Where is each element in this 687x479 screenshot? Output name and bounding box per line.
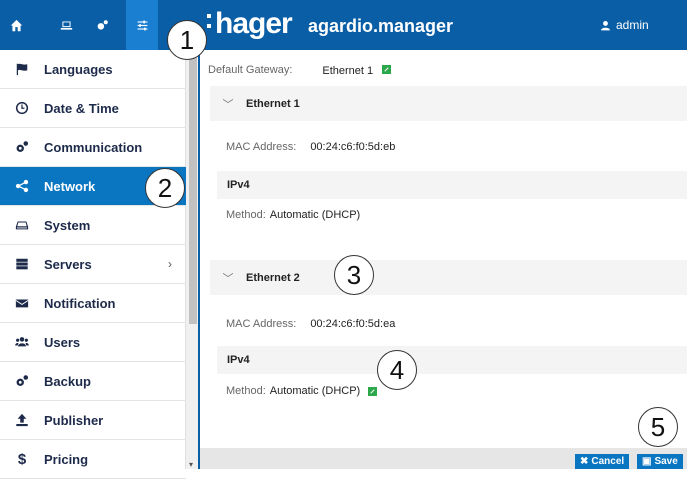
sidebar-item-date-time[interactable]: Date & Time [0, 89, 186, 128]
method-value: Automatic (DHCP) [269, 385, 361, 397]
server-icon [0, 257, 44, 271]
save-button[interactable]: ▣ Save [637, 454, 683, 469]
user-name: admin [616, 18, 649, 32]
method-label: Method: [226, 385, 266, 397]
edit-icon[interactable] [368, 386, 378, 396]
ipv4-label: IPv4 [227, 179, 250, 191]
scroll-down-icon[interactable]: ▾ [189, 460, 193, 469]
sidebar-item-label: Languages [44, 61, 113, 77]
ethernet-2-header[interactable]: ﹀ Ethernet 2 [210, 260, 687, 295]
method-label: Method: [226, 209, 266, 221]
ethernet-2-ipv4-header: IPv4 [217, 346, 687, 374]
top-bar: hager agardio.manager admin [0, 0, 687, 50]
clock-icon [0, 101, 44, 115]
default-gateway-label: Default Gateway: [208, 64, 293, 76]
ethernet-1-ipv4-header: IPv4 [217, 171, 687, 199]
gears-icon[interactable] [86, 0, 118, 50]
sidebar-item-users[interactable]: Users [0, 323, 186, 362]
brand-logo: hager [215, 7, 293, 40]
floppy-icon: ▣ [642, 456, 652, 467]
sidebar-item-label: System [44, 217, 91, 233]
network-settings-panel: Default Gateway: Ethernet 1 ﹀ Ethernet 1… [200, 50, 687, 469]
drive-icon [0, 218, 44, 232]
scrollbar-thumb[interactable] [189, 54, 197, 324]
sidebar-item-label: Servers [44, 256, 92, 272]
chevron-down-icon: ﹀ [222, 272, 234, 285]
sidebar-item-label: Communication [44, 139, 143, 155]
method-value: Automatic (DHCP) [269, 209, 361, 221]
laptop-icon[interactable] [50, 0, 82, 50]
sidebar: Languages Date & Time Communication Netw… [0, 50, 186, 479]
product-name: agardio.manager [308, 16, 454, 36]
mac-address-label: MAC Address: [226, 141, 297, 153]
envelope-icon [0, 296, 44, 310]
upload-icon [0, 413, 44, 427]
edit-icon[interactable] [381, 65, 391, 75]
users-icon [0, 335, 44, 349]
callout-2: 2 [145, 168, 185, 208]
ethernet-1-title: Ethernet 1 [246, 97, 300, 110]
chevron-down-icon: ﹀ [222, 98, 234, 111]
sidebar-item-label: Backup [44, 373, 91, 389]
default-gateway-row: Default Gateway: Ethernet 1 [208, 61, 391, 79]
chevron-right-icon: › [168, 257, 172, 271]
cancel-label: Cancel [591, 456, 625, 467]
callout-3: 3 [334, 255, 374, 295]
sidebar-item-pricing[interactable]: $ Pricing [0, 440, 186, 479]
sidebar-item-publisher[interactable]: Publisher [0, 401, 186, 440]
sidebar-item-label: Pricing [44, 451, 89, 467]
user-menu[interactable]: admin [600, 18, 649, 32]
mac-address-value: 00:24:c6:f0:5d:ea [310, 318, 396, 330]
sidebar-item-label: Users [44, 334, 81, 350]
flag-icon [0, 62, 44, 76]
dollar-icon: $ [17, 450, 27, 468]
ethernet-2-title: Ethernet 2 [246, 271, 300, 284]
logo-mark [207, 14, 212, 34]
default-gateway-value-group: Ethernet 1 [322, 61, 391, 79]
cancel-button[interactable]: ✖ Cancel [575, 454, 630, 469]
default-gateway-value: Ethernet 1 [322, 65, 374, 77]
save-label: Save [654, 456, 678, 467]
gears-icon [0, 374, 44, 388]
sidebar-item-label: Date & Time [44, 100, 119, 116]
sidebar-item-servers[interactable]: Servers › [0, 245, 186, 284]
share-icon [0, 179, 44, 193]
sidebar-scrollbar[interactable]: ▾ [186, 50, 200, 469]
close-icon: ✖ [580, 456, 589, 467]
sidebar-item-label: Network [44, 178, 96, 194]
ethernet-2-mac-row: MAC Address: 00:24:c6:f0:5d:ea [226, 318, 395, 330]
sidebar-item-label: Notification [44, 295, 116, 311]
sidebar-item-label: Publisher [44, 412, 104, 428]
ipv4-label: IPv4 [227, 354, 250, 366]
ethernet-1-mac-row: MAC Address: 00:24:c6:f0:5d:eb [226, 141, 395, 153]
ethernet-1-method-row: Method: Automatic (DHCP) [226, 209, 360, 221]
sidebar-item-communication[interactable]: Communication [0, 128, 186, 167]
sidebar-item-languages[interactable]: Languages [0, 50, 186, 89]
ethernet-1-header[interactable]: ﹀ Ethernet 1 [210, 86, 687, 121]
callout-1: 1 [167, 20, 207, 60]
sliders-icon[interactable] [126, 0, 158, 50]
callout-4: 4 [377, 350, 417, 390]
sidebar-item-system[interactable]: System [0, 206, 186, 245]
mac-address-value: 00:24:c6:f0:5d:eb [310, 141, 396, 153]
home-icon[interactable] [0, 0, 32, 50]
user-icon [601, 20, 610, 30]
mac-address-label: MAC Address: [226, 318, 297, 330]
gears-icon [0, 140, 44, 154]
ethernet-2-method-row: Method: Automatic (DHCP) [226, 385, 378, 397]
callout-5: 5 [638, 407, 678, 447]
sidebar-item-notification[interactable]: Notification [0, 284, 186, 323]
sidebar-item-backup[interactable]: Backup [0, 362, 186, 401]
